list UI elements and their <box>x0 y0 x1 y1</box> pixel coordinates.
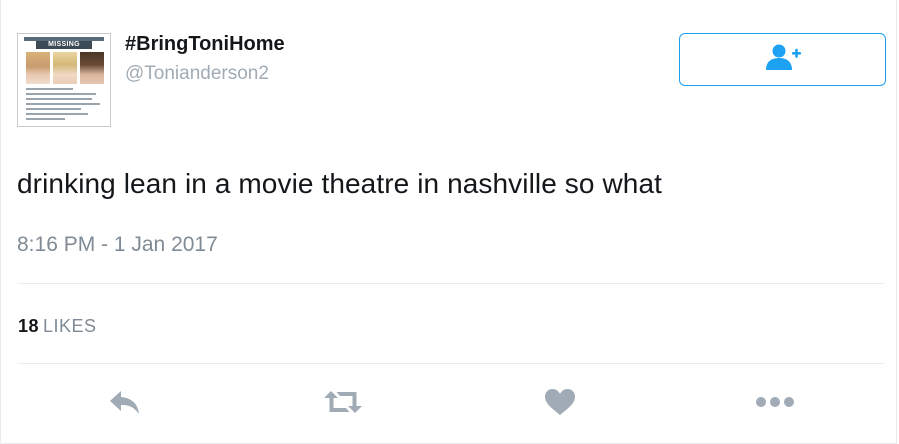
poster-photo <box>53 52 77 84</box>
likes-count: 18 <box>18 316 40 336</box>
divider <box>17 283 884 284</box>
user-handle[interactable]: @Tonianderson2 <box>125 63 269 85</box>
likes-label: LIKES <box>43 316 97 336</box>
heart-icon <box>543 387 577 422</box>
more-dots-icon <box>755 395 795 413</box>
poster-photo <box>26 52 50 84</box>
follow-button[interactable] <box>679 33 886 86</box>
like-button[interactable] <box>540 386 580 422</box>
more-button[interactable] <box>755 386 795 422</box>
display-name[interactable]: #BringToniHome <box>125 33 285 56</box>
likes-stat[interactable]: 18 LIKES <box>18 316 97 337</box>
retweet-button[interactable] <box>323 386 363 422</box>
add-user-icon <box>763 43 803 76</box>
tweet-card: MISSING #BringToniHome @Tonianderson2 dr… <box>0 0 897 444</box>
retweet-icon <box>322 388 364 421</box>
tweet-timestamp[interactable]: 8:16 PM - 1 Jan 2017 <box>17 233 218 257</box>
poster-photo <box>80 52 104 84</box>
divider <box>17 363 884 364</box>
poster-text-lines <box>26 88 104 123</box>
tweet-text: drinking lean in a movie theatre in nash… <box>17 168 662 199</box>
reply-icon <box>107 388 143 421</box>
avatar-poster-title: MISSING <box>36 41 92 49</box>
reply-button[interactable] <box>105 386 145 422</box>
avatar[interactable]: MISSING <box>17 33 111 127</box>
poster-photos <box>26 52 104 84</box>
